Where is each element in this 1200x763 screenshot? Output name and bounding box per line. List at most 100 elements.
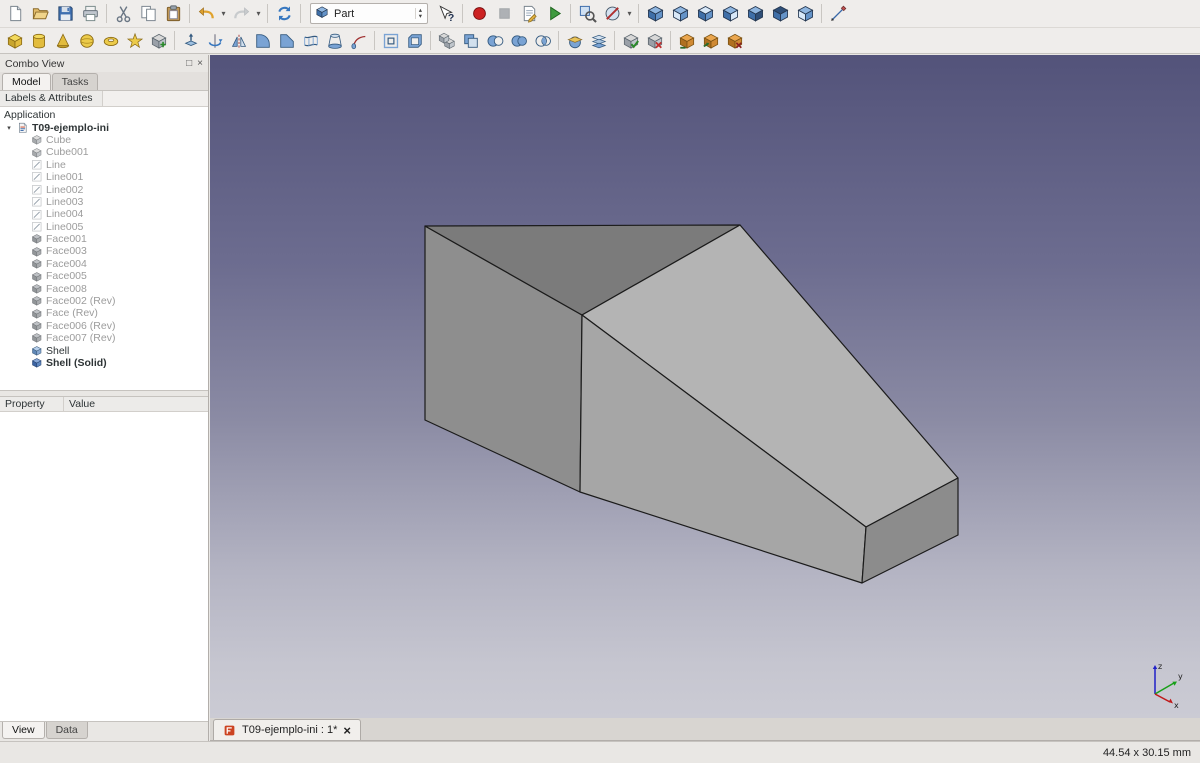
loft-button[interactable] xyxy=(323,29,346,52)
tree-item-line004[interactable]: Line004 xyxy=(0,208,208,220)
cut-button[interactable] xyxy=(111,2,135,26)
print-button[interactable] xyxy=(78,2,102,26)
tree-item-face002-rev[interactable]: Face002 (Rev) xyxy=(0,295,208,307)
tab-data[interactable]: Data xyxy=(46,722,88,739)
macro-stop-icon xyxy=(495,4,514,23)
macro-record-button[interactable] xyxy=(467,2,491,26)
tree-item-line003[interactable]: Line003 xyxy=(0,196,208,208)
tree-item-application[interactable]: Application xyxy=(0,109,208,121)
tree-item-line001[interactable]: Line001 xyxy=(0,171,208,183)
save-button[interactable] xyxy=(53,2,77,26)
join-embed-button[interactable] xyxy=(699,29,722,52)
open-button[interactable] xyxy=(28,2,52,26)
combo-spin-icon[interactable]: ▴▾ xyxy=(415,8,425,19)
tree-item-cube001[interactable]: Cube001 xyxy=(0,146,208,158)
tree-item-shell[interactable]: Shell xyxy=(0,344,208,356)
shape-builder-button[interactable] xyxy=(147,29,170,52)
macro-stop-button[interactable] xyxy=(492,2,516,26)
undo-button[interactable] xyxy=(194,2,218,26)
tree-item-line005[interactable]: Line005 xyxy=(0,221,208,233)
chamfer-button[interactable] xyxy=(275,29,298,52)
labels-attributes-header[interactable]: Labels & Attributes xyxy=(0,91,103,106)
tree-item-cube[interactable]: Cube xyxy=(0,134,208,146)
boolean-button[interactable] xyxy=(459,29,482,52)
tab-model[interactable]: Model xyxy=(2,73,51,90)
expander-icon[interactable]: ▾ xyxy=(5,124,13,132)
combo-view-titlebar: Combo View □ × xyxy=(0,55,208,72)
mirror-button[interactable] xyxy=(227,29,250,52)
redo-button-dropdown[interactable]: ▾ xyxy=(254,9,263,18)
object-face-icon xyxy=(30,332,43,344)
refresh-button[interactable] xyxy=(272,2,296,26)
box-button[interactable] xyxy=(3,29,26,52)
3d-viewport[interactable]: z y x xyxy=(210,55,1200,718)
redo-button[interactable] xyxy=(229,2,253,26)
defeaturing-button[interactable] xyxy=(643,29,666,52)
check-geometry-button[interactable] xyxy=(619,29,642,52)
property-column-header[interactable]: Property xyxy=(0,397,64,411)
extrude-button[interactable] xyxy=(179,29,202,52)
tab-tasks[interactable]: Tasks xyxy=(52,73,99,90)
sweep-button[interactable] xyxy=(347,29,370,52)
draw-style-button-dropdown[interactable]: ▾ xyxy=(625,9,634,18)
tab-view[interactable]: View xyxy=(2,722,45,739)
thickness-button[interactable] xyxy=(403,29,426,52)
cross-sections-button[interactable] xyxy=(587,29,610,52)
whats-this-button[interactable]: ? xyxy=(434,2,458,26)
workbench-selector[interactable]: Part▴▾ xyxy=(310,3,428,24)
value-column-header[interactable]: Value xyxy=(64,397,208,411)
view-right-button[interactable] xyxy=(718,2,742,26)
copy-button[interactable] xyxy=(136,2,160,26)
tree-item-face-rev[interactable]: Face (Rev) xyxy=(0,307,208,319)
tree-item-line002[interactable]: Line002 xyxy=(0,183,208,195)
create-primitives-button[interactable] xyxy=(123,29,146,52)
macros-dialog-button[interactable] xyxy=(517,2,541,26)
draw-style-button[interactable] xyxy=(600,2,624,26)
tree-item-face005[interactable]: Face005 xyxy=(0,270,208,282)
ruled-surface-button[interactable] xyxy=(299,29,322,52)
tree-item-face008[interactable]: Face008 xyxy=(0,282,208,294)
tree-item-face004[interactable]: Face004 xyxy=(0,258,208,270)
part-primitives-icon xyxy=(126,32,144,50)
cone-button[interactable] xyxy=(51,29,74,52)
new-document-button[interactable] xyxy=(3,2,27,26)
fillet-button[interactable] xyxy=(251,29,274,52)
combo-view-title: Combo View xyxy=(5,58,64,70)
macro-execute-button[interactable] xyxy=(542,2,566,26)
tree-item-face006-rev[interactable]: Face006 (Rev) xyxy=(0,320,208,332)
tree-item-face003[interactable]: Face003 xyxy=(0,245,208,257)
boolean-intersection-button[interactable] xyxy=(531,29,554,52)
toolbar-separator xyxy=(570,4,571,23)
paste-button[interactable] xyxy=(161,2,185,26)
tree-item-face007-rev[interactable]: Face007 (Rev) xyxy=(0,332,208,344)
model-shape[interactable] xyxy=(210,55,1200,718)
tree-item-line[interactable]: Line xyxy=(0,159,208,171)
torus-button[interactable] xyxy=(99,29,122,52)
document-tab[interactable]: T09-ejemplo-ini : 1* × xyxy=(213,719,361,740)
tree-item-face001[interactable]: Face001 xyxy=(0,233,208,245)
sphere-button[interactable] xyxy=(75,29,98,52)
view-rear-button[interactable] xyxy=(743,2,767,26)
boolean-cut-button[interactable] xyxy=(483,29,506,52)
tree-item-document[interactable]: ▾ T09-ejemplo-ini xyxy=(0,121,208,133)
cylinder-button[interactable] xyxy=(27,29,50,52)
undo-button-dropdown[interactable]: ▾ xyxy=(219,9,228,18)
tree-item-shell-solid[interactable]: Shell (Solid) xyxy=(0,357,208,369)
close-panel-icon[interactable]: × xyxy=(197,59,203,69)
boolean-union-button[interactable] xyxy=(507,29,530,52)
fit-all-button[interactable] xyxy=(575,2,599,26)
offset-button[interactable] xyxy=(379,29,402,52)
view-top-button[interactable] xyxy=(693,2,717,26)
compound-button[interactable] xyxy=(435,29,458,52)
close-document-icon[interactable]: × xyxy=(343,724,351,737)
view-bottom-button[interactable] xyxy=(768,2,792,26)
view-left-button[interactable] xyxy=(793,2,817,26)
join-cutout-button[interactable] xyxy=(723,29,746,52)
dock-float-icon[interactable]: □ xyxy=(186,59,192,69)
section-button[interactable] xyxy=(563,29,586,52)
measure-distance-button[interactable] xyxy=(826,2,850,26)
revolve-button[interactable] xyxy=(203,29,226,52)
view-front-button[interactable] xyxy=(668,2,692,26)
view-axonometric-button[interactable] xyxy=(643,2,667,26)
join-connect-button[interactable] xyxy=(675,29,698,52)
